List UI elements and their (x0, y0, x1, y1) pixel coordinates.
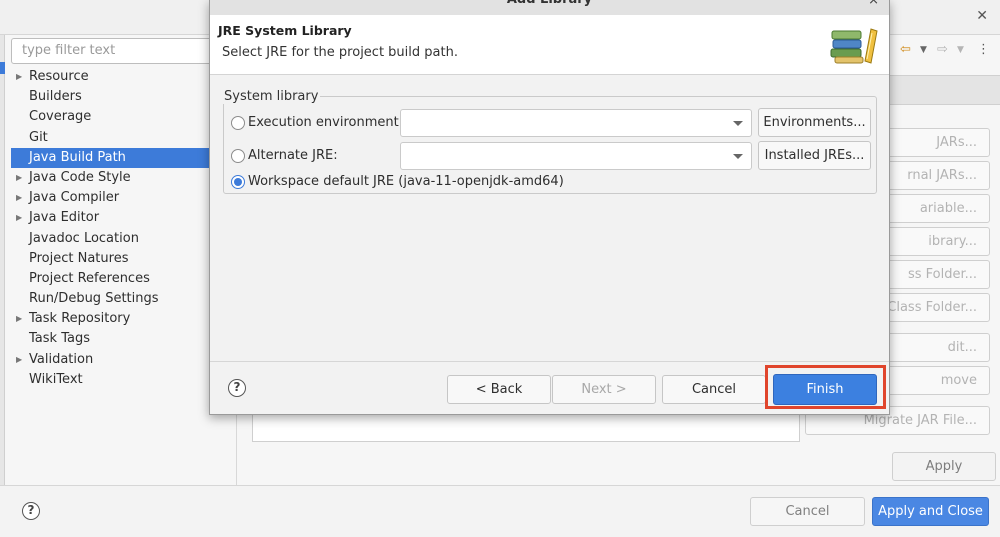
nav-item[interactable]: Java Build Path (11, 147, 237, 168)
add-library-dialog: Add Library × JRE System Library Select … (209, 0, 890, 415)
nav-item[interactable]: ▶ Java Compiler (11, 188, 237, 208)
nav-item[interactable]: Run/Debug Settings (11, 289, 237, 309)
back-arrow-icon[interactable]: ⇦ (900, 42, 911, 57)
expand-arrow-icon[interactable]: ▶ (16, 208, 22, 228)
nav-item-label: Builders (29, 89, 82, 105)
nav-item-label: Run/Debug Settings (29, 291, 159, 307)
nav-item-label: Java Editor (29, 210, 100, 226)
dialog-divider (210, 361, 889, 362)
nav-item-label: Validation (29, 351, 94, 367)
dialog-header-description: Select JRE for the project build path. (222, 45, 458, 60)
properties-nav-list: ▶ Resource Builders Coverage Git Java Build P… (11, 67, 237, 390)
nav-item-label: WikiText (29, 371, 83, 387)
nav-item[interactable]: WikiText (11, 370, 237, 390)
cancel-button[interactable]: Cancel (750, 497, 865, 526)
nav-item[interactable]: Coverage (11, 107, 237, 127)
installed-jres-button[interactable]: Installed JREs... (758, 141, 871, 170)
nav-item-label: Java Compiler (29, 190, 120, 206)
dialog-header-title: JRE System Library (218, 23, 352, 38)
system-library-group-label: System library (222, 89, 321, 104)
apply-and-close-button[interactable]: Apply and Close (872, 497, 989, 526)
forward-dropdown-icon[interactable]: ▼ (957, 45, 964, 55)
nav-toolbar: ⇦ ▼ ⇨ ▼ ⋮ (890, 38, 1000, 64)
apply-button[interactable]: Apply (892, 452, 996, 481)
next-button[interactable]: Next > (552, 375, 656, 404)
chevron-down-icon (733, 154, 743, 159)
workspace-default-jre-label: Workspace default JRE (java-11-openjdk-a… (248, 174, 564, 189)
expand-arrow-icon[interactable]: ▶ (16, 350, 22, 370)
nav-item-label: Resource (29, 69, 89, 84)
execution-environment-radio[interactable] (231, 116, 245, 130)
nav-item[interactable]: ▶ Java Editor (11, 208, 237, 228)
nav-item-label: Javadoc Location (29, 230, 139, 246)
nav-item-label: Java Build Path (29, 149, 126, 165)
build-path-entries-list[interactable] (252, 414, 800, 442)
nav-item[interactable]: Javadoc Location (11, 229, 237, 249)
back-dropdown-icon[interactable]: ▼ (920, 45, 927, 55)
execution-environment-label: Execution environment: (248, 115, 404, 130)
execution-environment-combo[interactable] (400, 109, 752, 137)
dialog-title: Add Library (210, 0, 889, 15)
expand-arrow-icon[interactable]: ▶ (16, 168, 22, 188)
nav-item[interactable]: Project References (11, 269, 237, 289)
view-menu-icon[interactable]: ⋮ (977, 42, 990, 57)
nav-item[interactable]: ▶ Resource (11, 67, 237, 87)
nav-item[interactable]: Task Tags (11, 329, 237, 349)
left-edge (0, 35, 5, 505)
dialog-close-icon[interactable]: × (868, 0, 879, 8)
environments-button[interactable]: Environments... (758, 108, 871, 137)
alternate-jre-combo[interactable] (400, 142, 752, 170)
nav-item-label: Task Repository (29, 311, 131, 327)
dialog-cancel-button[interactable]: Cancel (662, 375, 766, 404)
nav-item[interactable]: ▶ Java Code Style (11, 168, 237, 188)
nav-item[interactable]: ▶ Task Repository (11, 309, 237, 329)
nav-item-label: Project Natures (29, 250, 129, 266)
finish-highlight-box (765, 365, 886, 409)
dialog-header: JRE System Library Select JRE for the pr… (210, 15, 889, 75)
nav-item[interactable]: ▶ Validation (11, 350, 237, 370)
nav-item-label: Git (29, 129, 48, 145)
filter-input[interactable]: type filter text (11, 38, 216, 64)
nav-item-label: Java Code Style (29, 169, 131, 185)
chevron-down-icon (733, 121, 743, 126)
expand-arrow-icon[interactable]: ▶ (16, 309, 22, 329)
forward-arrow-icon[interactable]: ⇨ (937, 42, 948, 57)
build-path-tabs-strip (890, 75, 1000, 105)
nav-item-label: Task Tags (29, 331, 90, 347)
expand-arrow-icon[interactable]: ▶ (16, 67, 22, 87)
alternate-jre-label: Alternate JRE: (248, 148, 338, 163)
nav-item[interactable]: Project Natures (11, 249, 237, 269)
nav-item[interactable]: Git (11, 128, 237, 148)
library-books-icon (830, 28, 878, 64)
nav-item-label: Coverage (29, 109, 92, 125)
back-button[interactable]: < Back (447, 375, 551, 404)
alternate-jre-radio[interactable] (231, 149, 245, 163)
dialog-help-icon[interactable]: ? (228, 379, 246, 397)
help-icon[interactable]: ? (22, 502, 40, 520)
nav-item[interactable]: Builders (11, 87, 237, 107)
window-close-icon[interactable]: ✕ (976, 8, 988, 24)
expand-arrow-icon[interactable]: ▶ (16, 188, 22, 208)
workspace-default-jre-radio[interactable] (231, 175, 245, 189)
nav-item-label: Project References (29, 270, 150, 286)
left-edge-marker (0, 62, 5, 74)
